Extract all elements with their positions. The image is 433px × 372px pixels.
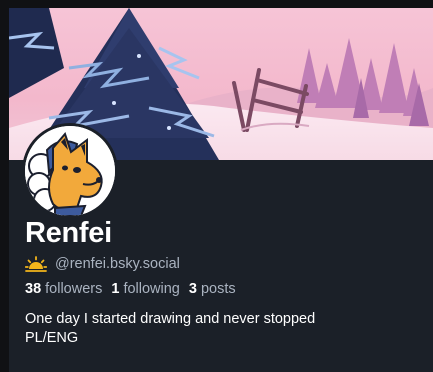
- display-name: Renfei: [25, 217, 112, 249]
- posts-count: 3: [188, 281, 197, 297]
- profile-handle: @renfei.bsky.social: [55, 256, 180, 272]
- following-count: 1: [111, 281, 120, 297]
- followers-label: followers: [45, 281, 103, 297]
- fox-avatar-illustration: [25, 126, 115, 216]
- profile-stats: 38 followers 1 following 3 posts: [25, 281, 236, 297]
- followers-link[interactable]: 38 followers: [25, 281, 102, 297]
- avatar[interactable]: [22, 123, 118, 219]
- handle-row: @renfei.bsky.social: [24, 254, 180, 274]
- profile-bio: One day I started drawing and never stop…: [25, 310, 425, 348]
- posts-stat: 3 posts: [189, 281, 236, 297]
- sun-icon: [24, 256, 48, 272]
- profile-card: Renfei @renfei.bsky.social 38 followers: [9, 8, 433, 372]
- posts-label: posts: [200, 281, 236, 297]
- bio-line: PL/ENG: [25, 330, 79, 346]
- bio-line: One day I started drawing and never stop…: [25, 311, 316, 327]
- followers-count: 38: [25, 281, 42, 297]
- following-link[interactable]: 1 following: [111, 281, 180, 297]
- following-label: following: [123, 281, 180, 297]
